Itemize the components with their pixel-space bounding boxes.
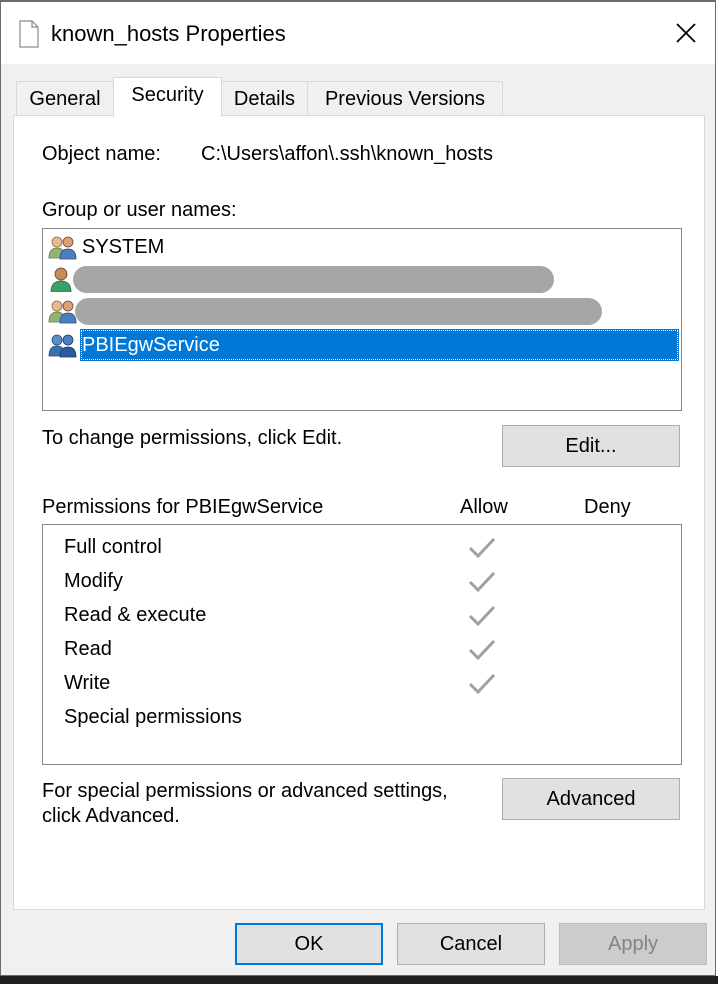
close-icon [676, 23, 696, 43]
check-icon [468, 673, 496, 695]
change-permissions-hint: To change permissions, click Edit. [42, 427, 343, 449]
list-item-pbiegwservice[interactable]: PBIEgwService [43, 329, 679, 361]
check-icon [468, 571, 496, 593]
check-icon [468, 605, 496, 627]
permission-row-read: Read [43, 627, 679, 661]
object-name-value: C:\Users\affon\.ssh\known_hosts [201, 143, 493, 165]
taskbar-edge [0, 976, 718, 984]
user-name-system: SYSTEM [82, 236, 165, 258]
tab-security[interactable]: Security [113, 77, 222, 117]
user-list[interactable]: SYSTEM PBIEgwService [42, 228, 682, 411]
permission-row-write: Write [43, 661, 679, 695]
permission-name: Special permissions [64, 706, 242, 728]
permission-name: Write [64, 672, 111, 694]
deny-column-header: Deny [584, 496, 631, 518]
check-icon [468, 639, 496, 661]
security-panel: Object name: C:\Users\affon\.ssh\known_h… [13, 115, 705, 910]
advanced-hint-line1: For special permissions or advanced sett… [42, 780, 448, 802]
apply-button[interactable]: Apply [559, 923, 707, 965]
ok-button[interactable]: OK [235, 923, 383, 965]
list-item-system[interactable]: SYSTEM [43, 231, 679, 263]
permission-name: Full control [64, 536, 162, 558]
permissions-list: Full control Modify Read & execute Read … [42, 524, 682, 765]
permissions-for-label: Permissions for PBIEgwService [42, 496, 324, 518]
permission-row-modify: Modify [43, 559, 679, 593]
permission-name: Modify [64, 570, 123, 592]
tab-details[interactable]: Details [221, 81, 308, 115]
edit-button[interactable]: Edit... [502, 425, 680, 467]
permission-row-read-execute: Read & execute [43, 593, 679, 627]
advanced-hint-line2: click Advanced. [42, 805, 180, 827]
advanced-button[interactable]: Advanced [502, 778, 680, 820]
group-user-names-label: Group or user names: [42, 199, 237, 221]
check-icon [468, 537, 496, 559]
cancel-button[interactable]: Cancel [397, 923, 545, 965]
redacted-name-bar [73, 266, 554, 293]
user-name-pbiegwservice: PBIEgwService [82, 334, 220, 356]
list-item-redacted-user[interactable] [43, 263, 679, 295]
tab-previous-versions[interactable]: Previous Versions [307, 81, 503, 115]
permission-name: Read & execute [64, 604, 207, 626]
properties-dialog: known_hosts Properties General Security … [0, 0, 716, 976]
allow-column-header: Allow [460, 496, 508, 518]
permission-row-full-control: Full control [43, 525, 679, 559]
close-button[interactable] [657, 10, 715, 56]
object-name-label: Object name: [42, 143, 161, 165]
redacted-name-bar [75, 298, 602, 325]
window-title: known_hosts Properties [51, 21, 286, 46]
group-users-blue-icon [48, 334, 77, 358]
permission-row-special: Special permissions [43, 695, 679, 729]
list-item-redacted-group[interactable] [43, 295, 679, 327]
group-users-icon [48, 236, 77, 260]
group-users-icon [48, 300, 77, 324]
tab-general[interactable]: General [16, 81, 114, 115]
file-icon [19, 20, 39, 48]
permission-name: Read [64, 638, 112, 660]
title-bar: known_hosts Properties [1, 2, 715, 64]
